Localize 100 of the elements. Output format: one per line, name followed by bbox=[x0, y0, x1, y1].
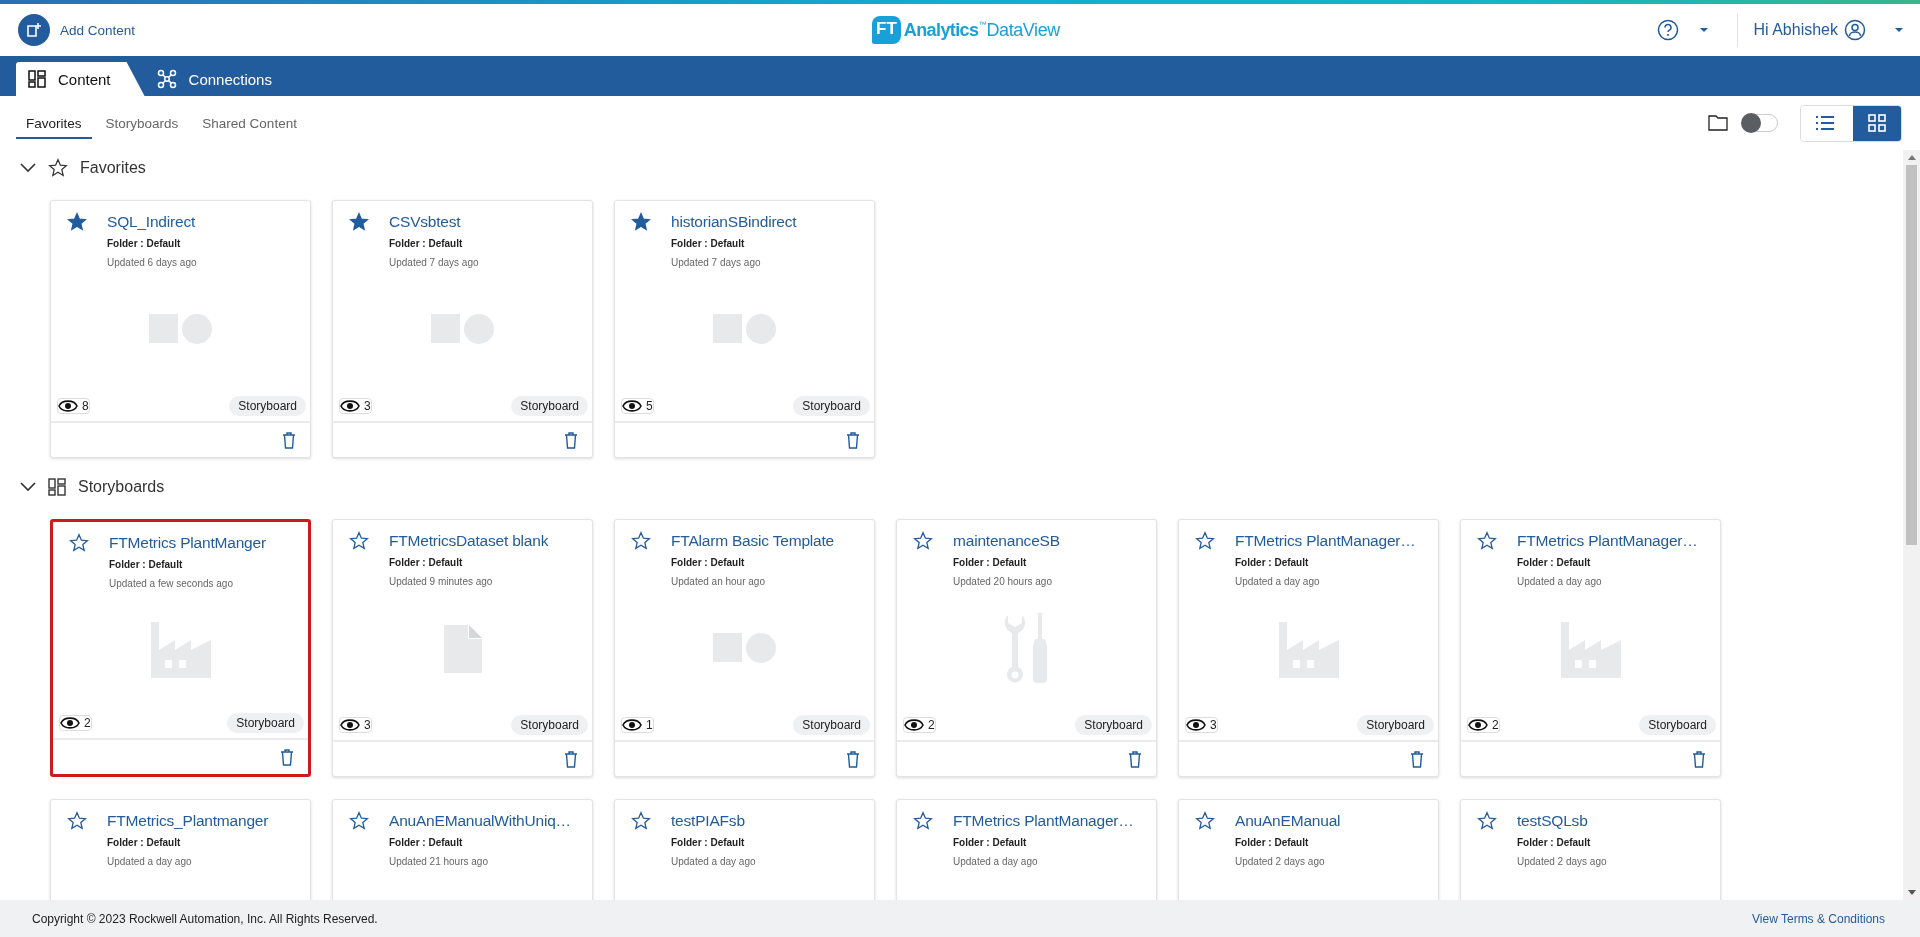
card-title[interactable]: SQL_Indirect bbox=[107, 211, 197, 233]
delete-button[interactable] bbox=[844, 429, 862, 451]
storyboard-card[interactable]: FTMetricsDataset blank Folder : Default Updated 9 minutes ago 3 Storyboard bbox=[332, 519, 593, 777]
view-count: 1 bbox=[646, 718, 653, 732]
delete-button[interactable] bbox=[1408, 748, 1426, 770]
grid-view-button[interactable] bbox=[1853, 105, 1901, 141]
card-title[interactable]: AnuAnEManualWithUniq… bbox=[389, 810, 571, 832]
card-title[interactable]: FTMetrics PlantManager… bbox=[1517, 530, 1698, 552]
card-title[interactable]: FTMetrics_Plantmanger bbox=[107, 810, 269, 832]
star-outline-icon[interactable] bbox=[913, 811, 933, 831]
folder-label: Folder : Default bbox=[389, 238, 464, 249]
star-outline-icon[interactable] bbox=[349, 531, 369, 551]
sub-tab[interactable]: Shared Content bbox=[192, 111, 307, 139]
trash-icon bbox=[1410, 750, 1424, 768]
star-outline-icon[interactable] bbox=[631, 531, 651, 551]
storyboard-card[interactable]: historianSBindirect Folder : Default Updated 7 days ago 5 Storyboard bbox=[614, 200, 875, 458]
eye-icon bbox=[622, 399, 642, 413]
card-title[interactable]: CSVsbtest bbox=[389, 211, 479, 233]
view-count: 8 bbox=[82, 399, 89, 413]
trash-icon bbox=[1692, 750, 1706, 768]
eye-icon bbox=[1186, 718, 1206, 732]
storyboard-card[interactable]: CSVsbtest Folder : Default Updated 7 days ago 3 Storyboard bbox=[332, 200, 593, 458]
star-outline-icon[interactable] bbox=[1195, 811, 1215, 831]
updated-time: Updated 20 hours ago bbox=[953, 576, 1053, 587]
card-title[interactable]: testSQLsb bbox=[1517, 810, 1607, 832]
storyboard-card[interactable]: AnuAnEManualWithUniq… Folder : Default Updated 21 hours ago bbox=[332, 799, 593, 900]
delete-button[interactable] bbox=[844, 748, 862, 770]
storyboard-card[interactable]: FTMetrics PlantManager… Folder : Default Updated a day ago bbox=[896, 799, 1157, 900]
type-tag: Storyboard bbox=[511, 715, 588, 735]
star-filled-icon[interactable] bbox=[67, 212, 87, 232]
folder-label: Folder : Default bbox=[1235, 837, 1310, 848]
storyboard-card[interactable]: maintenanceSB Folder : Default Updated 20 hours ago 2 Storyboard bbox=[896, 519, 1157, 777]
add-content-button[interactable]: Add Content bbox=[18, 14, 136, 46]
delete-button[interactable] bbox=[1126, 748, 1144, 770]
type-tag: Storyboard bbox=[793, 715, 870, 735]
scroll-up-arrow-icon[interactable] bbox=[1907, 155, 1916, 160]
folder-label: Folder : Default bbox=[1517, 837, 1592, 848]
card-title[interactable]: historianSBindirect bbox=[671, 211, 797, 233]
star-outline-icon[interactable] bbox=[1477, 811, 1497, 831]
scroll-down-arrow-icon[interactable] bbox=[1907, 890, 1916, 895]
delete-button[interactable] bbox=[562, 429, 580, 451]
updated-time: Updated a day ago bbox=[107, 856, 193, 867]
folder-label: Folder : Default bbox=[953, 557, 1028, 568]
logo-text: Analytics bbox=[903, 20, 979, 41]
delete-button[interactable] bbox=[1690, 748, 1708, 770]
eye-icon bbox=[60, 716, 80, 730]
toggle-switch[interactable] bbox=[1742, 114, 1778, 132]
eye-icon bbox=[340, 718, 360, 732]
star-outline-icon[interactable] bbox=[67, 811, 87, 831]
star-filled-icon[interactable] bbox=[349, 212, 369, 232]
updated-time: Updated 9 minutes ago bbox=[389, 576, 494, 587]
eye-icon bbox=[340, 399, 360, 413]
updated-time: Updated 21 hours ago bbox=[389, 856, 489, 867]
storyboard-card[interactable]: FTMetrics PlantManager… Folder : Default Updated a day ago 2 Storyboard bbox=[1460, 519, 1721, 777]
folder-label: Folder : Default bbox=[671, 238, 746, 249]
updated-time: Updated a day ago bbox=[671, 856, 756, 867]
product-name: DataView bbox=[986, 20, 1060, 41]
card-title[interactable]: AnuAnEManual bbox=[1235, 810, 1341, 832]
sub-tab[interactable]: Favorites bbox=[16, 111, 92, 139]
nav-tab[interactable]: Content bbox=[16, 62, 145, 96]
star-filled-icon[interactable] bbox=[631, 212, 651, 232]
card-title[interactable]: FTAlarm Basic Template bbox=[671, 530, 834, 552]
folder-icon[interactable] bbox=[1708, 115, 1728, 131]
star-outline-icon[interactable] bbox=[1477, 531, 1497, 551]
card-title[interactable]: FTMetrics PlantManager… bbox=[953, 810, 1134, 832]
storyboard-card[interactable]: SQL_Indirect Folder : Default Updated 6 days ago 8 Storyboard bbox=[50, 200, 311, 458]
storyboard-card[interactable]: AnuAnEManual Folder : Default Updated 2 days ago bbox=[1178, 799, 1439, 900]
sub-tab[interactable]: Storyboards bbox=[95, 111, 189, 139]
help-menu-button[interactable] bbox=[1656, 19, 1709, 41]
storyboard-card[interactable]: testPIAFsb Folder : Default Updated a day ago bbox=[614, 799, 875, 900]
user-menu-button[interactable]: Hi Abhishek bbox=[1753, 19, 1904, 41]
scrollbar[interactable] bbox=[1903, 150, 1920, 900]
nav-tab[interactable]: Connections bbox=[144, 62, 298, 96]
storyboard-card[interactable]: FTMetrics_Plantmanger Folder : Default Updated a day ago bbox=[50, 799, 311, 900]
card-title[interactable]: FTMetrics PlantManger bbox=[109, 532, 266, 554]
updated-time: Updated 7 days ago bbox=[671, 257, 762, 268]
storyboard-card[interactable]: FTAlarm Basic Template Folder : Default Updated an hour ago 1 Storyboard bbox=[614, 519, 875, 777]
card-title[interactable]: maintenanceSB bbox=[953, 530, 1060, 552]
card-title[interactable]: FTMetrics PlantManager… bbox=[1235, 530, 1416, 552]
storyboard-card[interactable]: testSQLsb Folder : Default Updated 2 days ago bbox=[1460, 799, 1721, 900]
view-count: 2 bbox=[928, 718, 935, 732]
updated-time: Updated a day ago bbox=[1235, 576, 1321, 587]
star-outline-icon[interactable] bbox=[631, 811, 651, 831]
storyboard-card[interactable]: FTMetrics PlantManger Folder : Default Updated a few seconds ago 2 Storyboard bbox=[50, 519, 311, 777]
card-title[interactable]: FTMetricsDataset blank bbox=[389, 530, 549, 552]
terms-link[interactable]: View Terms & Conditions bbox=[1752, 911, 1885, 926]
type-tag: Storyboard bbox=[1357, 715, 1434, 735]
delete-button[interactable] bbox=[278, 746, 296, 768]
folder-label: Folder : Default bbox=[953, 837, 1028, 848]
delete-button[interactable] bbox=[280, 429, 298, 451]
grid-icon bbox=[28, 70, 46, 88]
eye-icon bbox=[58, 399, 78, 413]
storyboard-card[interactable]: FTMetrics PlantManager… Folder : Default Updated a day ago 3 Storyboard bbox=[1178, 519, 1439, 777]
card-title[interactable]: testPIAFsb bbox=[671, 810, 756, 832]
star-outline-icon[interactable] bbox=[1195, 531, 1215, 551]
star-outline-icon[interactable] bbox=[913, 531, 933, 551]
delete-button[interactable] bbox=[562, 748, 580, 770]
star-outline-icon[interactable] bbox=[69, 533, 89, 553]
star-outline-icon[interactable] bbox=[349, 811, 369, 831]
updated-time: Updated 2 days ago bbox=[1235, 856, 1326, 867]
